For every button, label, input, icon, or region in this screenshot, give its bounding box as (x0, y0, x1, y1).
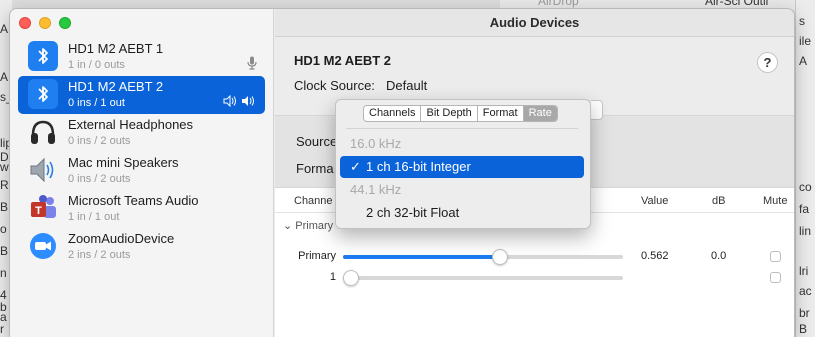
bluetooth-icon (28, 79, 58, 109)
slider-knob[interactable] (492, 249, 509, 265)
speaker-icon (242, 96, 254, 106)
chevron-down-icon: ⌄ (283, 220, 293, 232)
device-io-count: 0 ins / 2 outs (68, 173, 131, 185)
bg-text: B (799, 322, 808, 336)
device-name: HD1 M2 AEBT 2 (68, 79, 164, 94)
bg-text: lri (799, 264, 809, 278)
device-io-count: 0 ins / 2 outs (68, 135, 131, 147)
teams-icon: T (28, 193, 58, 223)
mute-checkbox[interactable] (770, 272, 781, 283)
bg-text: br (799, 306, 810, 320)
microphone-icon (247, 56, 257, 73)
device-item-hd1-m2-aebt-1[interactable]: HD1 M2 AEBT 1 1 in / 0 outs (18, 38, 265, 76)
bg-text: A (0, 22, 9, 36)
menu-header-441khz: 44.1 kHz (340, 179, 584, 201)
bg-text: Air-Sci Outli (705, 0, 769, 8)
device-item-mac-mini-speakers[interactable]: Mac mini Speakers 0 ins / 2 outs (18, 152, 265, 190)
volume-value: 0.562 (641, 250, 669, 262)
bg-text: A (799, 54, 808, 68)
clock-source-label: Clock Source: (294, 78, 375, 93)
value-column-header: Value (641, 195, 669, 207)
mute-checkbox[interactable] (770, 251, 781, 262)
format-filter-segmented-control: Channels Bit Depth Format Rate (363, 105, 558, 122)
device-io-count: 2 ins / 2 outs (68, 249, 131, 261)
mute-column-header: Mute (763, 195, 788, 207)
alert-speaker-icon (223, 95, 236, 107)
bg-text: A (0, 70, 9, 84)
segment-format[interactable]: Format (478, 106, 524, 121)
segment-channels[interactable]: Channels (364, 106, 422, 121)
zoom-icon (28, 231, 58, 261)
background-window-right: s ile A co fa lin lri ac br B (795, 0, 815, 337)
device-name: Microsoft Teams Audio (68, 193, 199, 208)
device-sidebar: HD1 M2 AEBT 1 1 in / 0 outs HD1 M2 AEBT … (10, 9, 274, 337)
bluetooth-icon (28, 41, 58, 71)
menu-header-label: 16.0 kHz (350, 136, 402, 151)
help-button[interactable]: ? (757, 52, 778, 73)
volume-slider[interactable] (343, 249, 623, 265)
menu-item-label: 1 ch 16-bit Integer (366, 159, 471, 174)
source-label: Source (296, 134, 338, 149)
format-popup-button-edge[interactable] (591, 100, 603, 120)
window-title: Audio Devices (275, 9, 794, 37)
format-label: Forma (296, 161, 334, 176)
menu-separator (346, 128, 578, 129)
device-name: External Headphones (68, 117, 194, 132)
bg-text: r (0, 322, 4, 336)
device-io-count: 0 ins / 1 out (68, 97, 125, 109)
device-io-count: 1 in / 0 outs (68, 59, 125, 71)
volume-slider[interactable] (343, 270, 623, 286)
bg-text: co (799, 180, 812, 194)
bg-text: fa (799, 202, 810, 216)
bg-text: ac (799, 284, 812, 298)
device-name: ZoomAudioDevice (68, 231, 175, 246)
volume-db: 0.0 (711, 250, 727, 262)
menu-header-16khz: 16.0 kHz (340, 133, 584, 155)
svg-text:T: T (35, 205, 42, 217)
device-item-hd1-m2-aebt-2[interactable]: HD1 M2 AEBT 2 0 ins / 1 out (18, 76, 265, 114)
db-column-header: dB (712, 195, 726, 207)
bg-text: lin (799, 224, 812, 238)
speaker-icon (28, 155, 58, 185)
menu-item-1ch-16bit-integer[interactable]: ✓ 1 ch 16-bit Integer (340, 156, 584, 178)
menu-header-label: 44.1 kHz (350, 182, 402, 197)
bg-text: s (799, 14, 805, 28)
channel-label: 1 (329, 271, 336, 283)
device-name: HD1 M2 AEBT 1 (68, 41, 164, 56)
close-button[interactable] (19, 17, 31, 29)
slider-knob[interactable] (343, 270, 359, 286)
bg-text: n (0, 266, 7, 280)
bg-text: B (0, 244, 9, 258)
segment-bit-depth[interactable]: Bit Depth (421, 106, 478, 121)
headphones-icon (28, 117, 58, 147)
bg-text: ile (799, 34, 812, 48)
menu-item-label: 2 ch 32-bit Float (366, 205, 460, 220)
device-io-count: 1 in / 1 out (68, 211, 120, 223)
bg-text: B (0, 200, 9, 214)
bg-airdrop-text: AirDrop (538, 0, 579, 8)
bg-text: o (0, 222, 7, 236)
device-name: Mac mini Speakers (68, 155, 179, 170)
device-item-microsoft-teams-audio[interactable]: T Microsoft Teams Audio 1 in / 1 out (18, 190, 265, 228)
device-item-external-headphones[interactable]: External Headphones 0 ins / 2 outs (18, 114, 265, 152)
slider-fill (343, 255, 501, 259)
primary-section-toggle[interactable]: ⌄ Primary (283, 219, 333, 232)
segment-rate[interactable]: Rate (523, 106, 557, 121)
zoom-button[interactable] (59, 17, 71, 29)
device-title: HD1 M2 AEBT 2 (294, 53, 392, 68)
checkmark-icon: ✓ (350, 159, 361, 174)
channel-label: Primary (298, 250, 336, 262)
channel-column-header: Channe (294, 195, 333, 207)
section-label: Primary (295, 220, 334, 232)
minimize-button[interactable] (39, 17, 51, 29)
format-popup-menu: Channels Bit Depth Format Rate 16.0 kHz … (335, 99, 591, 229)
output-indicators (223, 95, 255, 107)
menu-item-2ch-32bit-float[interactable]: 2 ch 32-bit Float (340, 202, 584, 224)
clock-source-popup[interactable]: Default (386, 78, 427, 93)
window-controls (19, 17, 71, 29)
device-item-zoomaudiodevice[interactable]: ZoomAudioDevice 2 ins / 2 outs (18, 228, 265, 266)
